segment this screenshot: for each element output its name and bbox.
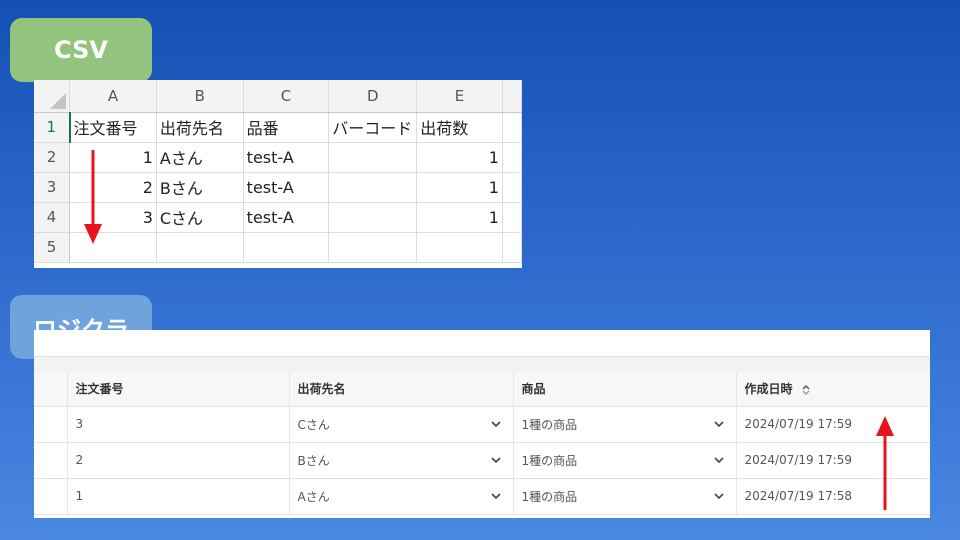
column-header[interactable]: D <box>328 80 418 113</box>
sheet-cell[interactable] <box>502 172 522 203</box>
column-header[interactable]: A <box>69 80 157 113</box>
header-created-at[interactable]: 作成日時 <box>736 372 930 407</box>
select-all-corner[interactable] <box>34 80 71 113</box>
sheet-cell[interactable] <box>502 202 522 233</box>
product-select[interactable]: 1種の商品 <box>513 442 737 479</box>
sheet-cell[interactable]: Cさん <box>156 202 244 233</box>
table-row[interactable]: 1 Aさん 1種の商品 2024/07/19 17:58 <box>34 478 930 515</box>
created-at-cell: 2024/07/19 17:59 <box>736 406 930 443</box>
destination-value: Aさん <box>297 489 330 504</box>
order-number-cell: 1 <box>67 478 290 515</box>
order-number-cell: 3 <box>67 406 290 443</box>
sheet-cell[interactable] <box>502 112 522 143</box>
header-product: 商品 <box>513 372 737 407</box>
product-value: 1種の商品 <box>521 489 578 504</box>
csv-label: CSV <box>10 18 152 82</box>
logi-subbar <box>34 356 930 372</box>
destination-value: Cさん <box>297 417 330 432</box>
chevron-down-icon[interactable] <box>712 453 726 467</box>
row-header[interactable]: 1 <box>34 112 71 143</box>
sheet-cell[interactable] <box>328 232 418 263</box>
column-header[interactable]: E <box>416 80 503 113</box>
logi-toolbar <box>34 330 930 356</box>
destination-select[interactable]: Bさん <box>289 442 514 479</box>
row-header[interactable]: 4 <box>34 202 71 233</box>
sheet-cell[interactable]: 出荷先名 <box>156 112 244 143</box>
chevron-down-icon[interactable] <box>712 417 726 431</box>
chevron-down-icon[interactable] <box>712 489 726 503</box>
logi-order-table: 注文番号 出荷先名 商品 作成日時 3 Cさん 1種の商品 2024/07/19… <box>34 330 930 518</box>
column-header[interactable]: B <box>156 80 244 113</box>
table-row[interactable]: 3 Cさん 1種の商品 2024/07/19 17:59 <box>34 406 930 443</box>
sheet-cell[interactable] <box>156 232 244 263</box>
sheet-cell[interactable] <box>416 232 503 263</box>
sheet-cell[interactable] <box>328 202 418 233</box>
chevron-down-icon[interactable] <box>489 417 503 431</box>
sheet-cell[interactable]: 出荷数 <box>416 112 503 143</box>
chevron-down-icon[interactable] <box>489 489 503 503</box>
row-header[interactable]: 2 <box>34 142 71 173</box>
sheet-cell[interactable] <box>243 232 330 263</box>
sheet-cell[interactable]: test-A <box>243 172 330 203</box>
sheet-cell[interactable] <box>328 142 418 173</box>
sheet-cell[interactable]: test-A <box>243 142 330 173</box>
row-checkbox-cell[interactable] <box>34 478 68 515</box>
checkbox-column-header <box>34 372 68 407</box>
product-select[interactable]: 1種の商品 <box>513 406 737 443</box>
sheet-cell[interactable]: 1 <box>416 142 503 173</box>
row-checkbox-cell[interactable] <box>34 442 68 479</box>
arrow-up <box>876 416 894 510</box>
sheet-cell[interactable]: バーコード <box>328 112 418 143</box>
row-checkbox-cell[interactable] <box>34 406 68 443</box>
sheet-cell[interactable]: 1 <box>416 202 503 233</box>
created-at-cell: 2024/07/19 17:59 <box>736 442 930 479</box>
product-value: 1種の商品 <box>521 417 578 432</box>
sheet-cell[interactable]: Aさん <box>156 142 244 173</box>
order-number-cell: 2 <box>67 442 290 479</box>
destination-value: Bさん <box>297 453 330 468</box>
sheet-cell[interactable]: 品番 <box>243 112 330 143</box>
sheet-cell[interactable]: 1 <box>416 172 503 203</box>
chevron-down-icon[interactable] <box>489 453 503 467</box>
row-header[interactable]: 3 <box>34 172 71 203</box>
destination-select[interactable]: Cさん <box>289 406 514 443</box>
sheet-cell[interactable]: Bさん <box>156 172 244 203</box>
header-order-number: 注文番号 <box>67 372 290 407</box>
product-value: 1種の商品 <box>521 453 578 468</box>
sheet-cell[interactable] <box>502 232 522 263</box>
arrow-down <box>84 150 102 244</box>
sheet-cell[interactable] <box>502 142 522 173</box>
product-select[interactable]: 1種の商品 <box>513 478 737 515</box>
sheet-cell[interactable]: test-A <box>243 202 330 233</box>
sheet-cell[interactable] <box>328 172 418 203</box>
row-header[interactable]: 5 <box>34 232 71 263</box>
header-created-at-label: 作成日時 <box>744 382 793 397</box>
created-at-cell: 2024/07/19 17:58 <box>736 478 930 515</box>
table-row[interactable]: 2 Bさん 1種の商品 2024/07/19 17:59 <box>34 442 930 479</box>
column-header-partial[interactable] <box>502 80 522 113</box>
spreadsheet: A B C D E 1 注文番号 出荷先名 品番 バーコード 出荷数 2 1 A… <box>34 80 522 268</box>
column-header[interactable]: C <box>243 80 330 113</box>
destination-select[interactable]: Aさん <box>289 478 514 515</box>
sheet-cell[interactable]: 注文番号 <box>68 112 157 143</box>
header-destination: 出荷先名 <box>289 372 514 407</box>
sort-icon[interactable] <box>801 384 811 396</box>
